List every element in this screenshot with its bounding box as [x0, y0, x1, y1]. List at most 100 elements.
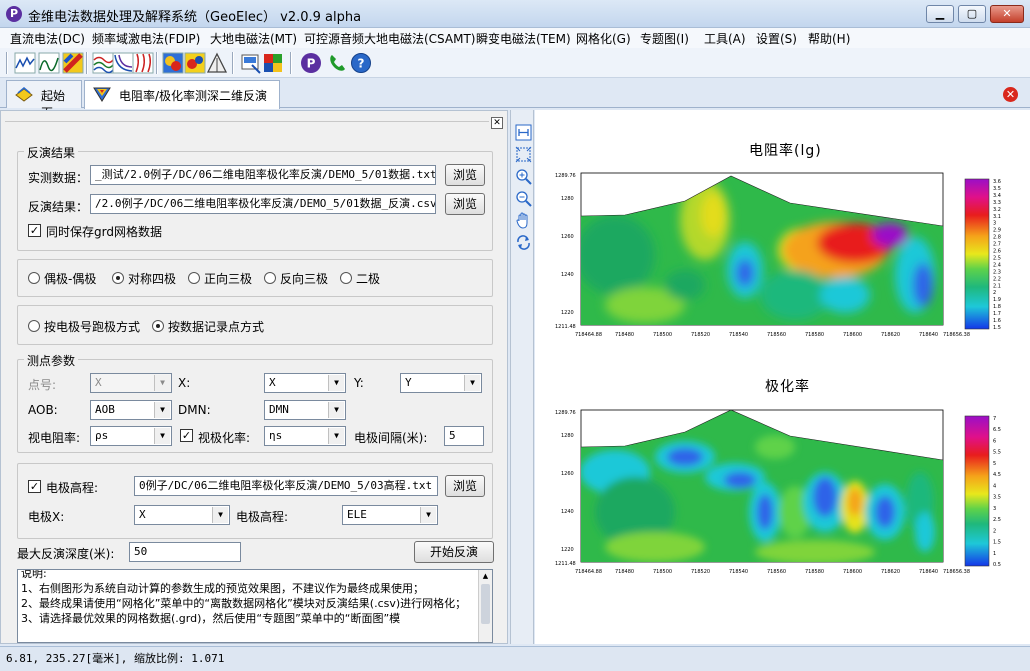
electrode-x-select[interactable]: X ▼ — [134, 505, 230, 525]
dmn-select[interactable]: DMN ▼ — [264, 400, 346, 420]
radio-record-mode[interactable] — [152, 320, 164, 332]
line-chart-icon[interactable] — [14, 52, 36, 74]
logo-p-icon[interactable]: P — [300, 52, 322, 74]
refresh-icon[interactable] — [515, 234, 532, 251]
scale-tick: 3.5 — [993, 186, 1001, 192]
notes-line: 说明: — [21, 569, 47, 580]
browse-measured-button[interactable]: 浏览 — [445, 164, 485, 186]
polarizability-select[interactable]: ηs ▼ — [264, 426, 346, 446]
scrollbar-thumb[interactable] — [481, 584, 490, 624]
scroll-up-icon[interactable]: ▲ — [479, 570, 492, 582]
anomaly-map-icon[interactable] — [184, 52, 206, 74]
browse-result-button[interactable]: 浏览 — [445, 193, 485, 215]
radio-electrode-mode[interactable] — [28, 320, 40, 332]
menu-thematic[interactable]: 专题图(I) — [640, 30, 689, 47]
save-grid-label: 同时保存grd网格数据 — [46, 225, 162, 239]
menu-help[interactable]: 帮助(H) — [808, 30, 850, 47]
zoom-in-icon[interactable] — [515, 168, 532, 185]
triangle-icon[interactable] — [206, 52, 228, 74]
chevron-down-icon: ▼ — [212, 507, 228, 523]
radio-reverse-pole-dipole-label: 反向三极 — [280, 272, 329, 286]
window-title: 金维电法数据处理及解释系统（GeoElec） v2.0.9 alpha — [28, 10, 362, 25]
menu-grid[interactable]: 网格化(G) — [576, 30, 631, 47]
menu-dc[interactable]: 直流电法(DC) — [10, 30, 85, 47]
section-color-icon[interactable] — [162, 52, 184, 74]
scale-tick: 3.3 — [993, 200, 1001, 206]
notes-scrollbar[interactable]: ▲ — [478, 570, 492, 642]
close-tab-icon[interactable]: ✕ — [1003, 87, 1018, 102]
decay-curve-icon[interactable] — [112, 52, 134, 74]
notes-textarea[interactable]: 说明: 1、右侧图形为系统自动计算的参数生成的预览效果图，不建议作为最终成果使用… — [17, 569, 493, 643]
scale-tick: 1.7 — [993, 311, 1001, 317]
aob-select[interactable]: AOB ▼ — [90, 400, 172, 420]
tab-inversion[interactable]: 电阻率/极化率测深二维反演 — [84, 80, 280, 109]
radio-schlumberger[interactable] — [112, 272, 124, 284]
x-tick: 718464.88 — [575, 332, 602, 338]
start-inversion-button[interactable]: 开始反演 — [414, 541, 494, 563]
resistivity-value: ρs — [95, 429, 109, 442]
measured-data-field[interactable]: _测试/2.0例子/DC/06二维电阻率极化率反演/DEMO_5/01数据.tx… — [90, 165, 436, 185]
menu-bar: 直流电法(DC) 频率域激电法(FDIP) 大地电磁法(MT) 可控源音频大地电… — [0, 28, 1030, 48]
toolbar-separator — [156, 52, 158, 74]
radio-dipole-dipole[interactable] — [28, 272, 40, 284]
x-tick: 718480 — [615, 569, 634, 575]
status-bar: 6.81, 235.27[毫米], 缩放比例: 1.071 — [0, 646, 1030, 671]
menu-mt[interactable]: 大地电磁法(MT) — [210, 30, 297, 47]
electrode-elev-label: 电极高程: — [236, 510, 289, 524]
radio-dipole-dipole-label: 偶极-偶极 — [44, 272, 97, 286]
dmn-label: DMN: — [178, 403, 211, 417]
aob-label: AOB: — [28, 403, 58, 417]
maximize-button[interactable]: ▢ — [958, 5, 986, 23]
phone-icon[interactable] — [326, 52, 348, 74]
menu-tem[interactable]: 瞬变电磁法(TEM) — [476, 30, 571, 47]
menu-settings[interactable]: 设置(S) — [756, 30, 797, 47]
radio-pole-pole[interactable] — [340, 272, 352, 284]
curve-chart-icon[interactable] — [38, 52, 60, 74]
point-number-select[interactable]: X ▼ — [90, 373, 172, 393]
x-select[interactable]: X ▼ — [264, 373, 346, 393]
tab-home[interactable]: 起始页 — [6, 80, 82, 120]
electrode-elev-select[interactable]: ELE ▼ — [342, 505, 438, 525]
menu-fdip[interactable]: 频率域激电法(FDIP) — [92, 30, 200, 47]
y-tick: 1220 — [561, 310, 574, 316]
contour-map-icon[interactable] — [62, 52, 84, 74]
inversion-result-field[interactable]: /2.0例子/DC/06二维电阻率极化率反演/DEMO_5/01数据_反演.cs… — [90, 194, 436, 214]
pan-hand-icon[interactable] — [515, 212, 532, 229]
chevron-down-icon: ▼ — [328, 375, 344, 391]
radio-forward-pole-dipole[interactable] — [188, 272, 200, 284]
elevation-checkbox[interactable]: ✓ — [28, 480, 41, 493]
chevron-down-icon: ▼ — [420, 507, 436, 523]
x-tick: 718600 — [843, 569, 862, 575]
browse-elevation-button[interactable]: 浏览 — [445, 475, 485, 497]
y-tick: 1289.76 — [555, 173, 576, 179]
zoom-out-icon[interactable] — [515, 190, 532, 207]
fit-page-icon[interactable] — [515, 146, 532, 163]
minimize-button[interactable]: ▁ — [926, 5, 954, 23]
toolbar: P ? — [0, 48, 1030, 78]
x-tick: 718640 — [919, 332, 938, 338]
dmn-value: DMN — [269, 403, 289, 416]
y-tick: 1280 — [561, 433, 574, 439]
y-select[interactable]: Y ▼ — [400, 373, 482, 393]
fit-width-icon[interactable] — [515, 124, 532, 141]
export-image-icon[interactable] — [240, 52, 262, 74]
color-palette-icon[interactable] — [262, 52, 284, 74]
inversion-settings-panel: ✕ 反演结果 实测数据： _测试/2.0例子/DC/06二维电阻率极化率反演/D… — [0, 110, 508, 644]
save-grid-checkbox[interactable]: ✓ — [28, 224, 41, 237]
panel-close-icon[interactable]: ✕ — [491, 117, 503, 129]
polarizability-checkbox[interactable]: ✓ — [180, 429, 193, 442]
menu-tools[interactable]: 工具(A) — [704, 30, 746, 47]
spectrum-icon[interactable] — [132, 52, 154, 74]
resistivity-select[interactable]: ρs ▼ — [90, 426, 172, 446]
y-tick: 1289.76 — [555, 410, 576, 416]
polarizability-chart-title: 极化率 — [765, 379, 810, 395]
radio-reverse-pole-dipole[interactable] — [264, 272, 276, 284]
electrode-spacing-input[interactable]: 5 — [444, 426, 484, 446]
max-depth-input[interactable]: 50 — [129, 542, 241, 562]
menu-csamt[interactable]: 可控源音频大地电磁法(CSAMT) — [304, 30, 475, 47]
close-button[interactable]: ✕ — [990, 5, 1024, 23]
resistivity-color-scale — [964, 178, 990, 330]
help-icon[interactable]: ? — [350, 52, 372, 74]
wave-plot-icon[interactable] — [92, 52, 114, 74]
elevation-file-field[interactable]: 0例子/DC/06二维电阻率极化率反演/DEMO_5/03高程.txt — [134, 476, 438, 496]
